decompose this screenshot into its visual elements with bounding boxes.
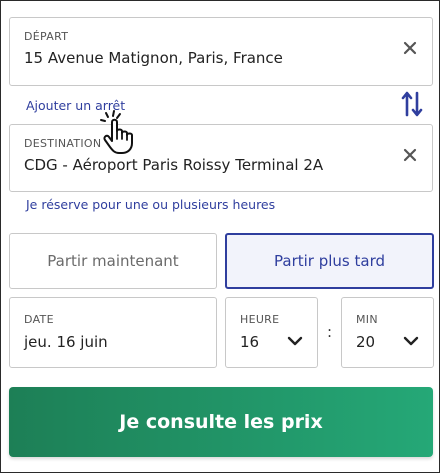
check-prices-button[interactable]: Je consulte les prix xyxy=(9,387,433,457)
hand-pointer-cursor-icon xyxy=(100,110,133,154)
time-separator: : xyxy=(327,323,333,341)
date-value: jeu. 16 juin xyxy=(24,333,108,351)
swap-icon[interactable] xyxy=(401,90,423,118)
destination-label: DESTINATION xyxy=(24,137,102,150)
clear-destination-icon[interactable] xyxy=(402,147,418,163)
check-prices-label: Je consulte les prix xyxy=(119,411,323,433)
departure-value: 15 Avenue Matignon, Paris, France xyxy=(24,49,283,67)
minute-select[interactable]: MIN 20 xyxy=(341,297,434,368)
departure-label: DÉPART xyxy=(24,30,69,43)
depart-later-button[interactable]: Partir plus tard xyxy=(225,233,434,289)
chevron-down-icon xyxy=(403,336,419,346)
depart-later-label: Partir plus tard xyxy=(274,252,385,270)
depart-now-label: Partir maintenant xyxy=(47,252,179,270)
destination-value: CDG - Aéroport Paris Roissy Terminal 2A xyxy=(24,156,324,174)
depart-now-button[interactable]: Partir maintenant xyxy=(9,233,217,289)
hour-label: HEURE xyxy=(240,313,280,326)
chevron-down-icon xyxy=(287,336,303,346)
hour-select[interactable]: HEURE 16 xyxy=(225,297,318,368)
clear-departure-icon[interactable] xyxy=(402,40,418,56)
departure-field[interactable]: DÉPART 15 Avenue Matignon, Paris, France xyxy=(9,17,433,86)
hourly-booking-link[interactable]: Je réserve pour une ou plusieurs heures xyxy=(26,197,275,212)
hour-value: 16 xyxy=(240,333,260,351)
booking-form: DÉPART 15 Avenue Matignon, Paris, France… xyxy=(0,0,440,473)
date-label: DATE xyxy=(24,313,54,326)
minute-label: MIN xyxy=(356,313,378,326)
minute-value: 20 xyxy=(356,333,376,351)
destination-field[interactable]: DESTINATION CDG - Aéroport Paris Roissy … xyxy=(9,124,433,192)
date-field[interactable]: DATE jeu. 16 juin xyxy=(9,297,217,368)
